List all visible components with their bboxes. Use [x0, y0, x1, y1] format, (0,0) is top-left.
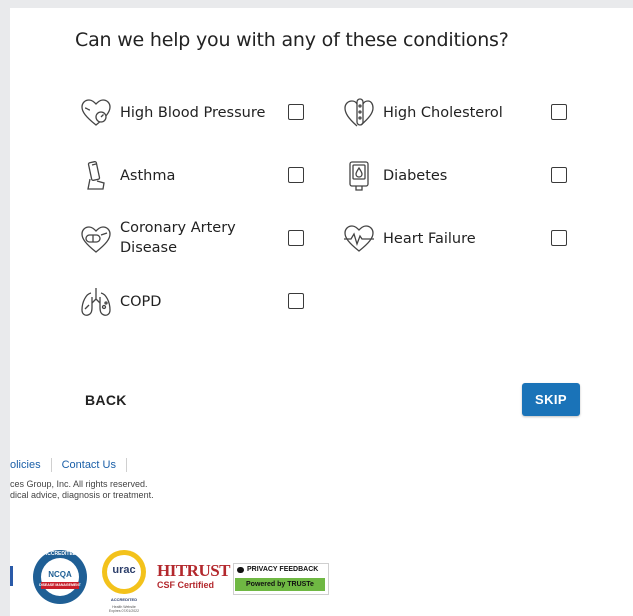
checkbox-heart-failure[interactable] — [551, 230, 567, 246]
heart-gauge-icon — [79, 96, 113, 130]
footer-copyright-line1: ces Group, Inc. All rights reserved. — [10, 479, 148, 489]
checkbox-high-cholesterol[interactable] — [551, 104, 567, 120]
truste-top-text: PRIVACY FEEDBACK — [247, 566, 319, 573]
heart-pill-icon — [79, 222, 113, 256]
accreditation-badges: ACCREDITED NCQA DISEASE MANAGEMENT urac … — [10, 546, 633, 616]
footer-link-contact-us[interactable]: Contact Us — [62, 459, 116, 471]
condition-diabetes: Diabetes — [342, 156, 567, 196]
condition-label-line2: Disease — [120, 240, 178, 256]
condition-heart-failure: Heart Failure — [342, 219, 567, 259]
hitrust-name: HITRUST — [157, 561, 231, 580]
checkbox-asthma[interactable] — [288, 167, 304, 183]
urac-badge: urac ACCREDITED Health Website Expires 0… — [100, 548, 148, 616]
main-panel: Can we help you with any of these condit… — [10, 8, 633, 616]
condition-label: Diabetes — [383, 168, 448, 184]
ncqa-ring-text: ACCREDITED — [43, 551, 77, 557]
condition-copd: COPD — [79, 282, 304, 322]
hitrust-badge: HITRUST CSF Certified — [157, 561, 231, 598]
footer-link-policies[interactable]: olicies — [10, 459, 41, 471]
checkbox-high-blood-pressure[interactable] — [288, 104, 304, 120]
ncqa-name: NCQA — [48, 570, 72, 579]
lungs-icon — [79, 285, 113, 319]
condition-coronary-artery-disease: Coronary Artery Disease — [79, 219, 304, 259]
condition-label-line1: Coronary Artery — [120, 220, 236, 236]
footer-copyright: ces Group, Inc. All rights reserved. dic… — [10, 479, 154, 501]
condition-label: High Blood Pressure — [120, 105, 266, 121]
truste-privacy-feedback-badge[interactable]: PRIVACY FEEDBACK Powered by TRUSTe — [233, 563, 329, 595]
checkbox-copd[interactable] — [288, 293, 304, 309]
divider — [50, 458, 52, 472]
checkbox-coronary-artery-disease[interactable] — [288, 230, 304, 246]
skip-button[interactable]: SKIP — [522, 383, 580, 416]
heart-artery-icon — [342, 96, 376, 130]
checkbox-diabetes[interactable] — [551, 167, 567, 183]
condition-high-cholesterol: High Cholesterol — [342, 93, 567, 133]
ncqa-badge: ACCREDITED NCQA DISEASE MANAGEMENT — [32, 549, 88, 605]
condition-high-blood-pressure: High Blood Pressure — [79, 93, 304, 133]
condition-label: Asthma — [120, 168, 176, 184]
hitrust-sub: CSF Certified — [157, 580, 215, 590]
urac-note-line2: Expires 07/01/2022 — [108, 609, 140, 613]
condition-label: COPD — [120, 294, 162, 310]
footer-copyright-line2: dical advice, diagnosis or treatment. — [10, 490, 154, 500]
divider — [126, 458, 127, 472]
urac-name: urac — [112, 564, 136, 576]
back-button[interactable]: BACK — [85, 388, 127, 412]
urac-note: Health Website Expires 07/01/2022 — [100, 605, 148, 613]
heart-pulse-icon — [342, 222, 376, 256]
condition-label: Coronary Artery Disease — [120, 218, 236, 258]
condition-label: High Cholesterol — [383, 105, 503, 121]
footer-links: olicies Contact Us — [10, 458, 137, 472]
partial-badge — [10, 566, 13, 586]
ncqa-sub: DISEASE MANAGEMENT — [39, 583, 81, 587]
condition-label: Heart Failure — [383, 231, 476, 247]
condition-asthma: Asthma — [79, 156, 304, 196]
truste-bottom-text: Powered by TRUSTe — [235, 578, 325, 591]
page-title: Can we help you with any of these condit… — [75, 29, 509, 51]
inhaler-icon — [79, 159, 113, 193]
insulin-pump-icon — [342, 159, 376, 193]
chat-bubble-icon — [237, 567, 244, 573]
urac-sub: ACCREDITED — [110, 597, 138, 602]
